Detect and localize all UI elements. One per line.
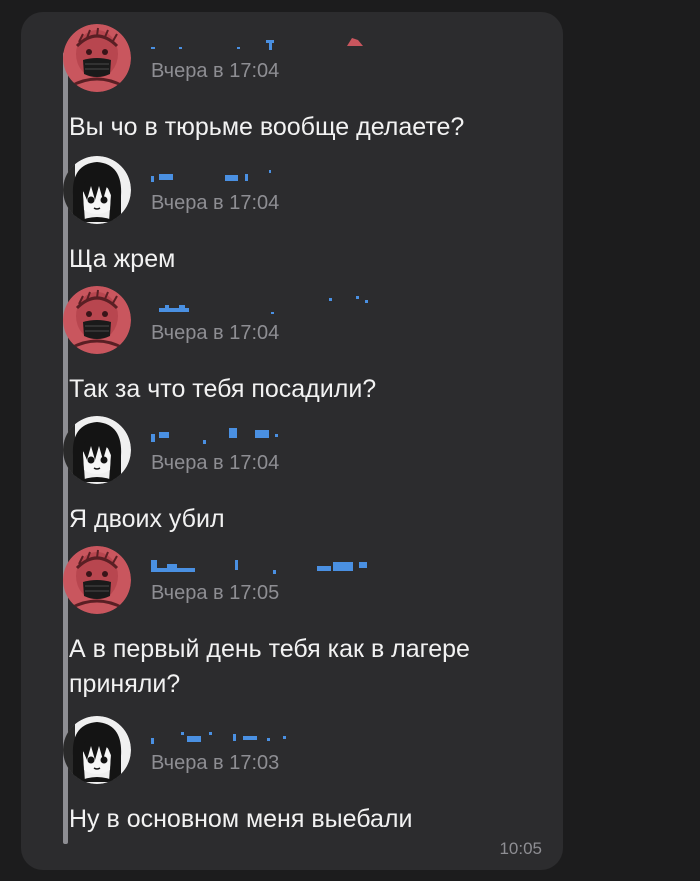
message-time: Вчера в 17:04 xyxy=(151,452,280,474)
redacted-author-name[interactable] xyxy=(151,548,391,574)
redacted-author-name[interactable] xyxy=(151,26,391,52)
masked-avatar-icon[interactable] xyxy=(63,286,131,354)
message-text: Я двоих убил xyxy=(69,505,225,533)
message-time: Вчера в 17:05 xyxy=(151,582,280,604)
masked-avatar-icon[interactable] xyxy=(63,24,131,92)
redacted-author-name[interactable] xyxy=(151,418,391,444)
message-time: Вчера в 17:04 xyxy=(151,192,280,214)
message-text: Ну в основном меня выебали xyxy=(69,805,413,833)
redacted-author-name[interactable] xyxy=(151,288,391,314)
anime-avatar-icon[interactable] xyxy=(63,716,131,784)
message-text: А в первый день тебя как в лагере принял… xyxy=(69,635,470,698)
message-text: Вы чо в тюрьме вообще делаете? xyxy=(69,113,465,141)
message-send-time: 10:05 xyxy=(499,839,542,858)
anime-avatar-icon[interactable] xyxy=(63,156,131,224)
anime-avatar-icon[interactable] xyxy=(63,416,131,484)
redacted-author-name[interactable] xyxy=(151,158,391,184)
message-time: Вчера в 17:03 xyxy=(151,752,280,774)
masked-avatar-icon[interactable] xyxy=(63,546,131,614)
message-text: Так за что тебя посадили? xyxy=(69,375,377,403)
redacted-author-name[interactable] xyxy=(151,718,391,744)
message-time: Вчера в 17:04 xyxy=(151,60,280,82)
message-time: Вчера в 17:04 xyxy=(151,322,280,344)
message-text: Ща жрем xyxy=(69,245,176,273)
